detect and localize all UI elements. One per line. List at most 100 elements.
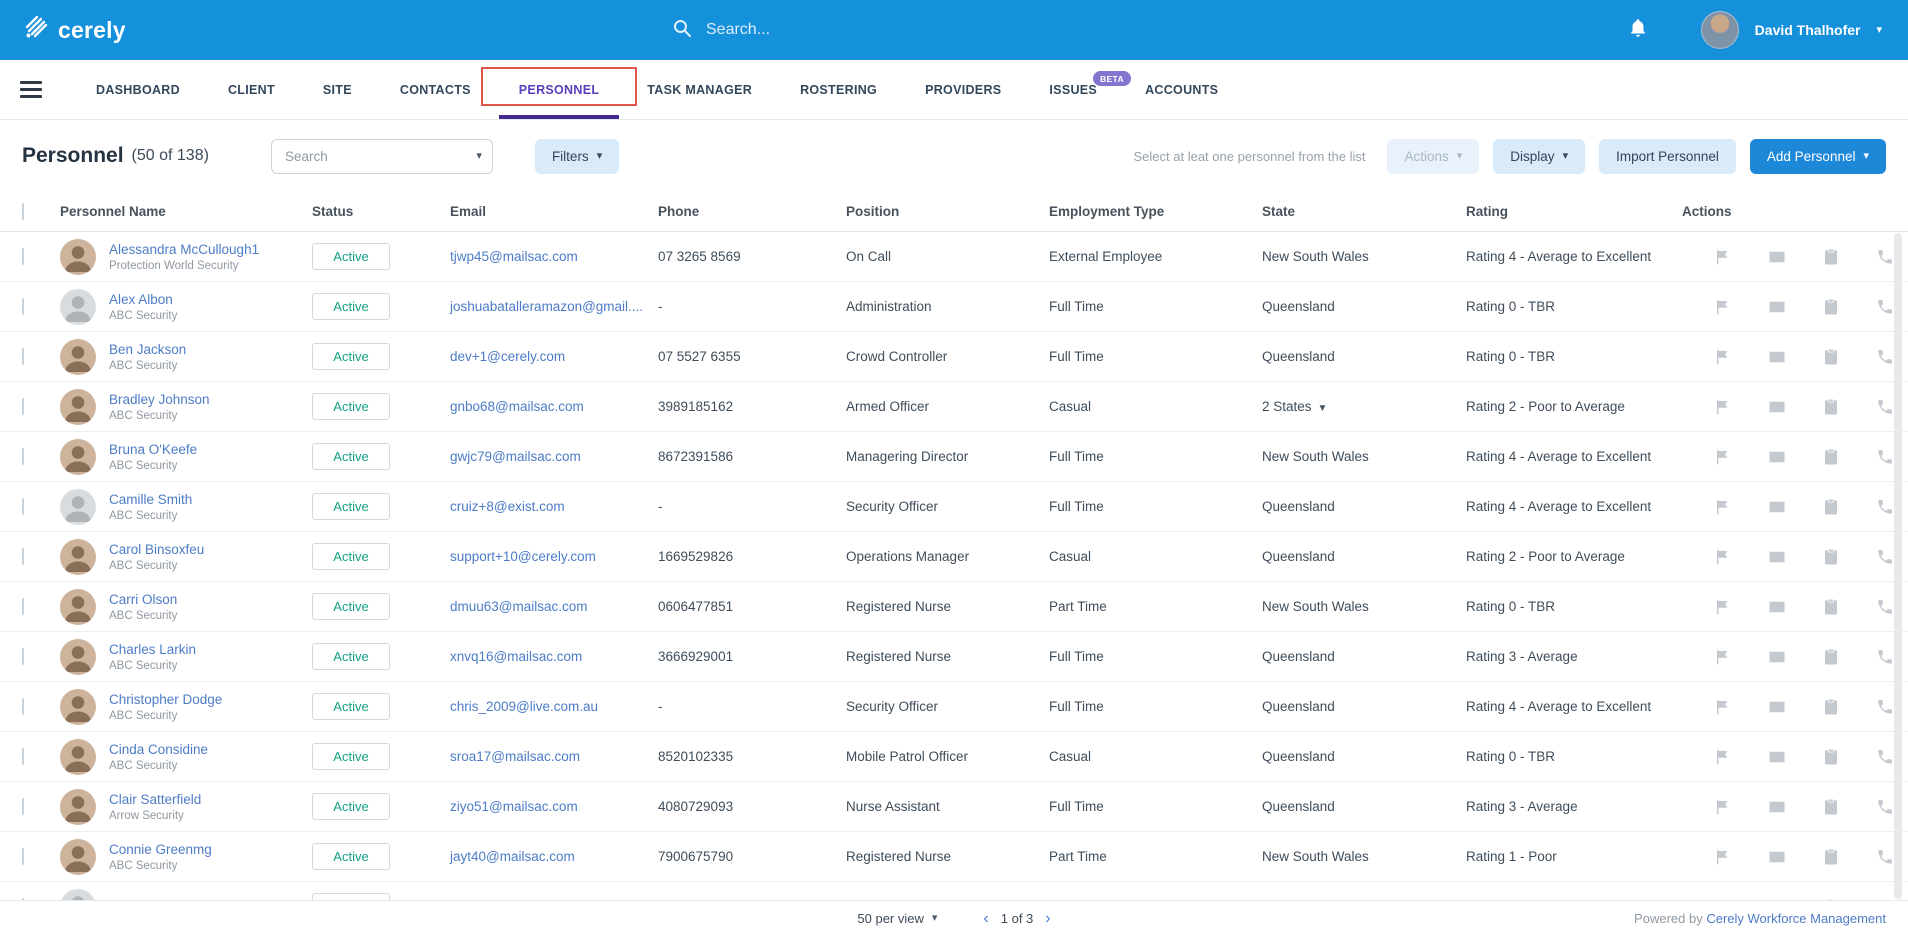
email-link[interactable]: gnbo68@mailsac.com <box>450 399 584 414</box>
mail-icon[interactable] <box>1768 598 1786 616</box>
nav-tab-rostering[interactable]: ROSTERING <box>776 60 901 119</box>
import-personnel-button[interactable]: Import Personnel <box>1599 139 1736 174</box>
mail-icon[interactable] <box>1768 548 1786 566</box>
previous-page-chevron-icon[interactable]: ‹ <box>983 911 988 927</box>
personnel-name-link[interactable]: Ben Jackson <box>109 342 186 357</box>
per-view-selector[interactable]: 50 per view ▾ <box>857 911 937 926</box>
flag-icon[interactable] <box>1714 848 1732 866</box>
powered-by-link[interactable]: Cerely Workforce Management <box>1706 911 1886 926</box>
row-checkbox[interactable] <box>22 848 24 865</box>
search-chevron-down-icon[interactable]: ▾ <box>476 151 482 162</box>
personnel-name-link[interactable]: Carol Binsoxfeu <box>109 542 204 557</box>
select-all-checkbox[interactable] <box>22 203 24 220</box>
mail-icon[interactable] <box>1768 748 1786 766</box>
nav-tab-client[interactable]: CLIENT <box>204 60 299 119</box>
personnel-name-link[interactable]: Alex Albon <box>109 292 177 307</box>
row-checkbox[interactable] <box>22 748 24 765</box>
phone-icon[interactable] <box>1876 448 1894 466</box>
nav-tab-issues[interactable]: ISSUES BETA <box>1025 60 1121 119</box>
nav-tab-personnel[interactable]: PERSONNEL <box>495 60 624 119</box>
next-page-chevron-icon[interactable]: › <box>1045 911 1050 927</box>
clipboard-icon[interactable] <box>1822 848 1840 866</box>
row-checkbox[interactable] <box>22 348 24 365</box>
filters-button[interactable]: Filters ▾ <box>535 139 619 174</box>
clipboard-icon[interactable] <box>1822 248 1840 266</box>
nav-tab-site[interactable]: SITE <box>299 60 376 119</box>
clipboard-icon[interactable] <box>1822 798 1840 816</box>
email-link[interactable]: sroa17@mailsac.com <box>450 749 580 764</box>
mail-icon[interactable] <box>1768 498 1786 516</box>
global-search-input[interactable] <box>706 21 1006 39</box>
nav-tab-dashboard[interactable]: DASHBOARD <box>72 60 204 119</box>
nav-tab-accounts[interactable]: ACCOUNTS <box>1121 60 1242 119</box>
nav-tab-providers[interactable]: PROVIDERS <box>901 60 1025 119</box>
mail-icon[interactable] <box>1768 698 1786 716</box>
mail-icon[interactable] <box>1768 248 1786 266</box>
email-link[interactable]: cruiz+8@exist.com <box>450 499 565 514</box>
mail-icon[interactable] <box>1768 798 1786 816</box>
row-checkbox[interactable] <box>22 698 24 715</box>
mail-icon[interactable] <box>1768 648 1786 666</box>
user-menu-chevron-down-icon[interactable]: ▾ <box>1876 25 1882 36</box>
email-link[interactable]: chris_2009@live.com.au <box>450 699 598 714</box>
personnel-name-link[interactable]: Cinda Considine <box>109 742 208 757</box>
row-checkbox[interactable] <box>22 798 24 815</box>
nav-tab-contacts[interactable]: CONTACTS <box>376 60 495 119</box>
phone-icon[interactable] <box>1876 648 1894 666</box>
email-link[interactable]: ziyo51@mailsac.com <box>450 799 578 814</box>
personnel-name-link[interactable]: Carri Olson <box>109 592 177 607</box>
personnel-name-link[interactable]: Alessandra McCullough1 <box>109 242 259 257</box>
row-checkbox[interactable] <box>22 548 24 565</box>
mail-icon[interactable] <box>1768 348 1786 366</box>
personnel-name-link[interactable]: Camille Smith <box>109 492 192 507</box>
global-search[interactable] <box>672 0 1006 60</box>
flag-icon[interactable] <box>1714 748 1732 766</box>
flag-icon[interactable] <box>1714 598 1732 616</box>
flag-icon[interactable] <box>1714 498 1732 516</box>
clipboard-icon[interactable] <box>1822 748 1840 766</box>
row-checkbox[interactable] <box>22 248 24 265</box>
flag-icon[interactable] <box>1714 698 1732 716</box>
phone-icon[interactable] <box>1876 698 1894 716</box>
email-link[interactable]: joshuabatalleramazon@gmail.... <box>450 299 643 314</box>
phone-icon[interactable] <box>1876 598 1894 616</box>
actions-button[interactable]: Actions ▾ <box>1387 139 1479 174</box>
add-personnel-button[interactable]: Add Personnel ▾ <box>1750 139 1886 174</box>
state-chevron-down-icon[interactable]: ▼ <box>1318 403 1328 414</box>
clipboard-icon[interactable] <box>1822 598 1840 616</box>
mail-icon[interactable] <box>1768 398 1786 416</box>
flag-icon[interactable] <box>1714 348 1732 366</box>
hamburger-menu-icon[interactable] <box>20 81 42 98</box>
user-avatar[interactable] <box>1701 11 1739 49</box>
phone-icon[interactable] <box>1876 748 1894 766</box>
row-checkbox[interactable] <box>22 298 24 315</box>
flag-icon[interactable] <box>1714 398 1732 416</box>
email-link[interactable]: support+10@cerely.com <box>450 549 596 564</box>
phone-icon[interactable] <box>1876 498 1894 516</box>
clipboard-icon[interactable] <box>1822 648 1840 666</box>
table-scrollbar[interactable] <box>1894 233 1902 899</box>
display-button[interactable]: Display ▾ <box>1493 139 1585 174</box>
clipboard-icon[interactable] <box>1822 398 1840 416</box>
phone-icon[interactable] <box>1876 798 1894 816</box>
personnel-search-input[interactable] <box>271 139 493 174</box>
personnel-name-link[interactable]: Connie Greenmg <box>109 842 212 857</box>
clipboard-icon[interactable] <box>1822 348 1840 366</box>
email-link[interactable]: dev+1@cerely.com <box>450 349 565 364</box>
brand-logo[interactable]: cerely <box>0 14 126 46</box>
email-link[interactable]: dmuu63@mailsac.com <box>450 599 588 614</box>
flag-icon[interactable] <box>1714 648 1732 666</box>
row-checkbox[interactable] <box>22 598 24 615</box>
clipboard-icon[interactable] <box>1822 548 1840 566</box>
mail-icon[interactable] <box>1768 448 1786 466</box>
mail-icon[interactable] <box>1768 848 1786 866</box>
flag-icon[interactable] <box>1714 448 1732 466</box>
flag-icon[interactable] <box>1714 548 1732 566</box>
personnel-name-link[interactable]: Charles Larkin <box>109 642 196 657</box>
flag-icon[interactable] <box>1714 248 1732 266</box>
notification-bell-icon[interactable] <box>1627 17 1649 44</box>
row-checkbox[interactable] <box>22 498 24 515</box>
phone-icon[interactable] <box>1876 398 1894 416</box>
phone-icon[interactable] <box>1876 248 1894 266</box>
personnel-name-link[interactable]: Bradley Johnson <box>109 392 210 407</box>
